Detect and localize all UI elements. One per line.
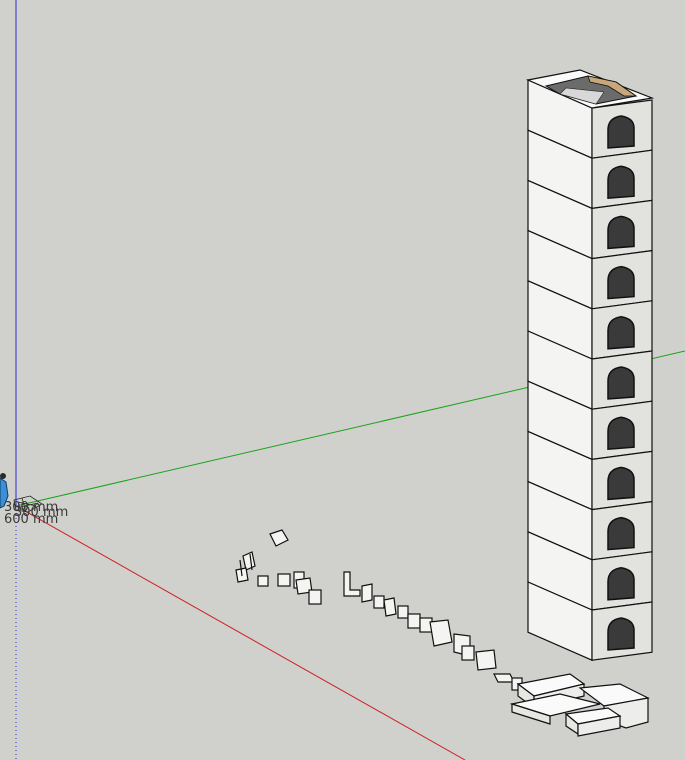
tower-window [607, 215, 635, 250]
tower-window [607, 265, 635, 300]
tower-window [607, 617, 635, 651]
part-row-diagonal[interactable] [343, 571, 523, 691]
tower-window [607, 316, 635, 350]
tower-window [607, 516, 635, 551]
tower-window [607, 366, 635, 400]
tower-window [607, 115, 635, 149]
tower-model[interactable] [525, 69, 655, 662]
block-group[interactable] [509, 673, 650, 737]
tower-window [607, 165, 635, 200]
model-viewport[interactable]: 300 mm 300 mm 600 mm [0, 0, 685, 760]
dimension-label: 600 mm [4, 512, 58, 527]
tower-window [607, 466, 635, 501]
part-group-left[interactable] [235, 529, 322, 605]
tower-window [607, 567, 635, 601]
red-axis [15, 505, 466, 760]
tower-window [607, 416, 635, 451]
